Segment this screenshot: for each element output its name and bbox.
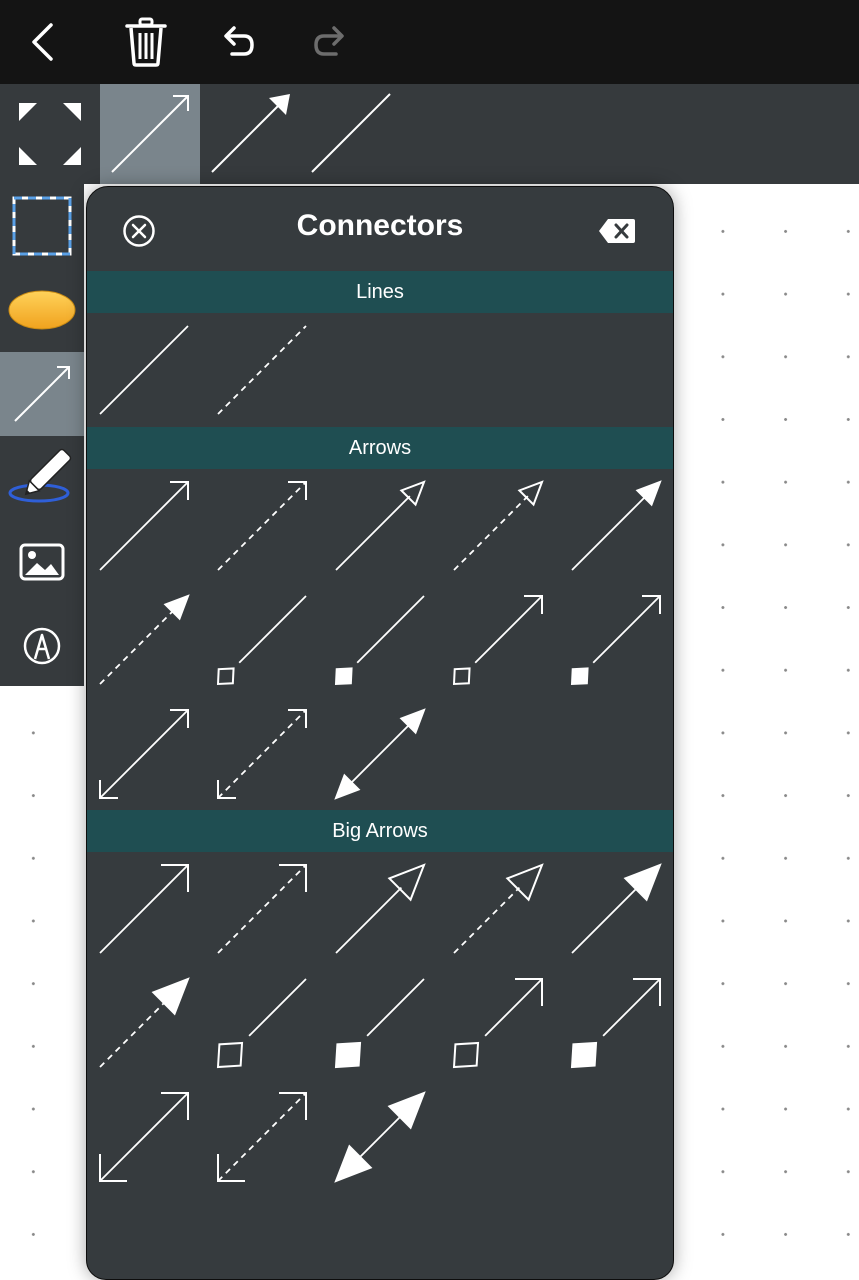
- connector-solid-filled-triangle-to-filled-triangle-option[interactable]: [323, 1080, 441, 1194]
- connector-solid-none-to-filled-triangle-icon: [571, 863, 662, 954]
- connector-solid-open-arrow-to-open-arrow-icon: [99, 1092, 189, 1182]
- connector-solid-none-to-none-option[interactable]: [87, 313, 205, 427]
- connector-solid-none-to-hollow-triangle-icon: [335, 863, 426, 954]
- delete-button[interactable]: [118, 14, 174, 70]
- ellipse-shape-icon: [8, 290, 76, 330]
- delete-connector-button[interactable]: [593, 207, 641, 255]
- connector-solid-none-to-filled-triangle-option[interactable]: [559, 469, 673, 583]
- top-toolbar: [0, 0, 859, 84]
- connector-solid-filled-diamond-to-none-icon: [334, 595, 425, 686]
- trash-icon: [125, 17, 167, 67]
- shape-tool-button[interactable]: [0, 268, 84, 352]
- strip-style-line[interactable]: [300, 84, 400, 184]
- tool-sidebar: [0, 184, 84, 686]
- undo-button[interactable]: [210, 14, 266, 70]
- connector-dashed-none-to-open-arrow-icon: [217, 864, 307, 954]
- text-style-icon: [23, 627, 61, 665]
- connector-solid-filled-diamond-to-none-option[interactable]: [323, 583, 441, 697]
- connector-solid-none-to-hollow-triangle-icon: [335, 480, 426, 571]
- text-style-tool-button[interactable]: [0, 604, 84, 688]
- delete-backspace-icon: [599, 219, 635, 243]
- connector-dashed-none-to-open-arrow-option[interactable]: [205, 469, 323, 583]
- panel-title: Connectors: [296, 209, 464, 242]
- section-header-big-arrows: Big Arrows: [87, 810, 673, 852]
- connector-dashed-open-arrow-to-open-arrow-option[interactable]: [205, 1080, 323, 1194]
- connector-solid-hollow-diamond-to-open-arrow-icon: [452, 978, 543, 1069]
- connector-solid-hollow-diamond-to-none-icon: [216, 978, 307, 1069]
- connector-filled-arrow-icon: [211, 94, 290, 173]
- connector-dashed-none-to-none-icon: [217, 325, 307, 415]
- connector-solid-filled-diamond-to-open-arrow-icon: [570, 978, 661, 1069]
- connector-solid-none-to-hollow-triangle-option[interactable]: [323, 469, 441, 583]
- connector-solid-filled-diamond-to-none-icon: [334, 978, 425, 1069]
- connector-solid-none-to-filled-triangle-option[interactable]: [559, 852, 673, 966]
- connector-dashed-none-to-filled-triangle-icon: [99, 594, 190, 685]
- connector-solid-filled-triangle-to-filled-triangle-icon: [334, 1091, 426, 1183]
- pen-tool-button[interactable]: [0, 436, 84, 520]
- connector-dashed-none-to-hollow-triangle-icon: [453, 480, 544, 571]
- section-header-lines: Lines: [87, 271, 673, 313]
- connector-solid-open-arrow-to-open-arrow-option[interactable]: [87, 1080, 205, 1194]
- connector-solid-filled-diamond-to-open-arrow-option[interactable]: [559, 583, 673, 697]
- strip-style-open-arrow[interactable]: [100, 84, 200, 184]
- connector-solid-hollow-diamond-to-open-arrow-option[interactable]: [441, 966, 559, 1080]
- connector-solid-hollow-diamond-to-open-arrow-icon: [452, 595, 543, 686]
- connector-line-icon: [311, 93, 391, 173]
- connector-solid-none-to-open-arrow-icon: [99, 864, 189, 954]
- back-button[interactable]: [16, 14, 72, 70]
- image-tool-button[interactable]: [0, 520, 84, 604]
- redo-button[interactable]: [302, 14, 358, 70]
- connector-solid-none-to-open-arrow-option[interactable]: [87, 469, 205, 583]
- connector-solid-none-to-filled-triangle-icon: [571, 480, 662, 571]
- connector-solid-none-to-hollow-triangle-option[interactable]: [323, 852, 441, 966]
- connector-dashed-none-to-filled-triangle-option[interactable]: [87, 583, 205, 697]
- connector-solid-filled-diamond-to-open-arrow-icon: [570, 595, 661, 686]
- select-tool-button[interactable]: [0, 184, 84, 268]
- section-header-arrows: Arrows: [87, 427, 673, 469]
- connector-open-arrow-icon: [111, 95, 189, 173]
- connector-tool-icon: [14, 366, 70, 422]
- connector-solid-hollow-diamond-to-none-icon: [216, 595, 307, 686]
- connector-dashed-none-to-filled-triangle-option[interactable]: [87, 966, 205, 1080]
- back-icon: [32, 23, 53, 61]
- connector-dashed-open-arrow-to-open-arrow-icon: [217, 1092, 307, 1182]
- strip-style-filled-arrow[interactable]: [200, 84, 300, 184]
- connector-solid-filled-triangle-to-filled-triangle-icon: [334, 708, 426, 800]
- freehand-pen-icon: [8, 448, 72, 503]
- connector-dashed-none-to-filled-triangle-icon: [99, 977, 190, 1068]
- connector-dashed-open-arrow-to-open-arrow-icon: [217, 709, 307, 799]
- connector-solid-open-arrow-to-open-arrow-icon: [99, 709, 189, 799]
- connector-dashed-none-to-hollow-triangle-option[interactable]: [441, 852, 559, 966]
- connector-tool-button[interactable]: [0, 352, 84, 436]
- undo-icon: [224, 26, 254, 56]
- connector-solid-open-arrow-to-open-arrow-option[interactable]: [87, 697, 205, 811]
- connector-dashed-none-to-hollow-triangle-icon: [453, 863, 544, 954]
- panel-header: Connectors: [87, 187, 673, 271]
- connector-solid-none-to-open-arrow-icon: [99, 481, 189, 571]
- connector-solid-filled-diamond-to-open-arrow-option[interactable]: [559, 966, 673, 1080]
- image-icon: [19, 543, 65, 581]
- fit-screen-button[interactable]: [0, 84, 100, 184]
- connector-solid-filled-diamond-to-none-option[interactable]: [323, 966, 441, 1080]
- select-rectangle-icon: [12, 196, 72, 256]
- connector-style-strip: [0, 84, 859, 184]
- connector-dashed-none-to-hollow-triangle-option[interactable]: [441, 469, 559, 583]
- connectors-panel: Connectors Lines Arrows Big Arrows: [86, 186, 674, 1280]
- connector-solid-none-to-open-arrow-option[interactable]: [87, 852, 205, 966]
- connector-dashed-none-to-none-option[interactable]: [205, 313, 323, 427]
- connector-solid-hollow-diamond-to-open-arrow-option[interactable]: [441, 583, 559, 697]
- fit-screen-icon: [19, 103, 81, 165]
- redo-icon: [314, 26, 344, 56]
- connector-solid-none-to-none-icon: [99, 325, 189, 415]
- connector-dashed-none-to-open-arrow-option[interactable]: [205, 852, 323, 966]
- connector-solid-hollow-diamond-to-none-option[interactable]: [205, 583, 323, 697]
- connector-solid-filled-triangle-to-filled-triangle-option[interactable]: [323, 697, 441, 811]
- connector-dashed-none-to-open-arrow-icon: [217, 481, 307, 571]
- connector-dashed-open-arrow-to-open-arrow-option[interactable]: [205, 697, 323, 811]
- connector-solid-hollow-diamond-to-none-option[interactable]: [205, 966, 323, 1080]
